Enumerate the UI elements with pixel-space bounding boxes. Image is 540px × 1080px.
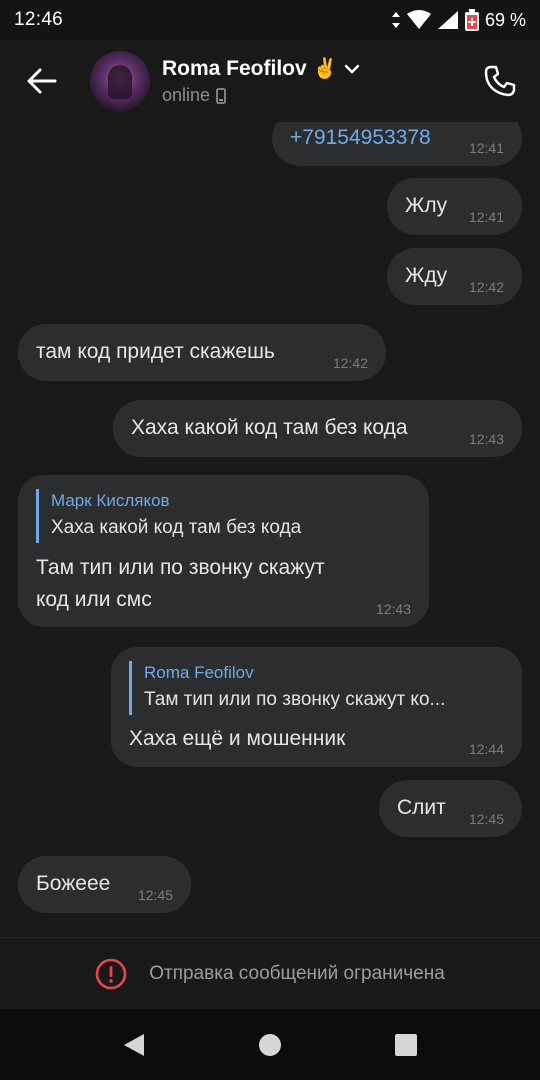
reply-quote[interactable]: Марк Кисляков Хаха какой код там без код…	[36, 489, 406, 543]
status-icons: 69 %	[391, 9, 526, 31]
message-text: Жлу	[405, 194, 448, 217]
message-incoming[interactable]: Божеее 12:45	[18, 856, 191, 913]
message-outgoing[interactable]: Хаха какой код там без кода 12:43	[113, 400, 522, 457]
reply-text: Там тип или по звонку скажут ко...	[144, 689, 446, 710]
call-button[interactable]	[460, 40, 540, 122]
message-text: Жду	[405, 264, 448, 287]
messaging-restricted-bar: Отправка сообщений ограничена	[0, 937, 540, 1009]
nav-home-button[interactable]	[202, 1009, 338, 1080]
peer-emoji: ✌	[312, 58, 338, 80]
restriction-text: Отправка сообщений ограничена	[149, 962, 445, 984]
reply-quote[interactable]: Roma Feofilov Там тип или по звонку скаж…	[129, 661, 504, 715]
peer-name: Roma Feofilov	[162, 56, 307, 80]
system-nav-bar	[0, 1009, 540, 1080]
triangle-back-icon	[124, 1033, 144, 1056]
status-time: 12:46	[14, 9, 64, 30]
nav-back-button[interactable]	[66, 1009, 202, 1080]
message-outgoing[interactable]: Жду 12:42	[387, 248, 522, 305]
mobile-icon	[216, 87, 226, 104]
avatar[interactable]	[90, 51, 150, 111]
message-incoming[interactable]: там код придет скажешь 12:42	[18, 324, 386, 381]
chat-header: Roma Feofilov ✌ online	[0, 40, 540, 122]
message-list[interactable]: +79154953378 12:41 Жлу 12:41 Жду 12:42 т…	[0, 122, 540, 937]
wifi-icon	[406, 10, 431, 29]
message-text: Божеее	[36, 872, 111, 895]
message-time: 12:45	[468, 811, 504, 827]
reply-author: Марк Кисляков	[51, 491, 170, 510]
message-time: 12:43	[375, 601, 411, 617]
back-button[interactable]	[0, 40, 84, 122]
nav-recents-button[interactable]	[338, 1009, 474, 1080]
message-time: 12:45	[137, 887, 173, 903]
circle-home-icon	[259, 1033, 281, 1056]
message-outgoing[interactable]: +79154953378 12:41	[272, 122, 522, 166]
message-time: 12:43	[468, 431, 504, 447]
message-text: Хаха какой код там без кода	[131, 416, 408, 439]
message-text: Там тип или по звонку скажут	[36, 556, 325, 579]
message-outgoing[interactable]: Жлу 12:41	[387, 178, 522, 235]
message-link[interactable]: +79154953378	[290, 122, 431, 154]
message-time: 12:41	[468, 140, 504, 156]
message-time: 12:44	[468, 741, 504, 757]
battery-percent: 69 %	[484, 9, 526, 30]
message-text: Хаха ещё и мошенник	[129, 727, 346, 750]
signal-icon	[437, 11, 458, 29]
message-text: там код придет скажешь	[36, 340, 275, 363]
message-time: 12:42	[468, 279, 504, 295]
phone-icon	[484, 65, 516, 97]
peer-status: online	[162, 85, 211, 105]
chevron-down-icon	[344, 64, 359, 74]
battery-saver-icon	[464, 9, 479, 31]
message-outgoing[interactable]: Roma Feofilov Там тип или по звонку скаж…	[111, 647, 522, 767]
message-text: Слит	[397, 796, 446, 819]
data-arrows-icon	[391, 12, 400, 28]
square-recents-icon	[395, 1033, 417, 1056]
message-text-line2: код или смс	[36, 588, 152, 611]
message-incoming[interactable]: Марк Кисляков Хаха какой код там без код…	[18, 475, 429, 627]
reply-text: Хаха какой код там без кода	[51, 517, 302, 538]
message-time: 12:41	[468, 209, 504, 225]
message-time: 12:42	[332, 355, 368, 371]
reply-author: Roma Feofilov	[144, 663, 254, 682]
exclamation-circle-icon	[95, 958, 127, 989]
status-bar: 12:46 69 %	[0, 0, 540, 40]
message-outgoing[interactable]: Слит 12:45	[379, 780, 522, 837]
arrow-left-icon	[27, 68, 57, 94]
peer-info[interactable]: Roma Feofilov ✌ online	[162, 56, 360, 106]
